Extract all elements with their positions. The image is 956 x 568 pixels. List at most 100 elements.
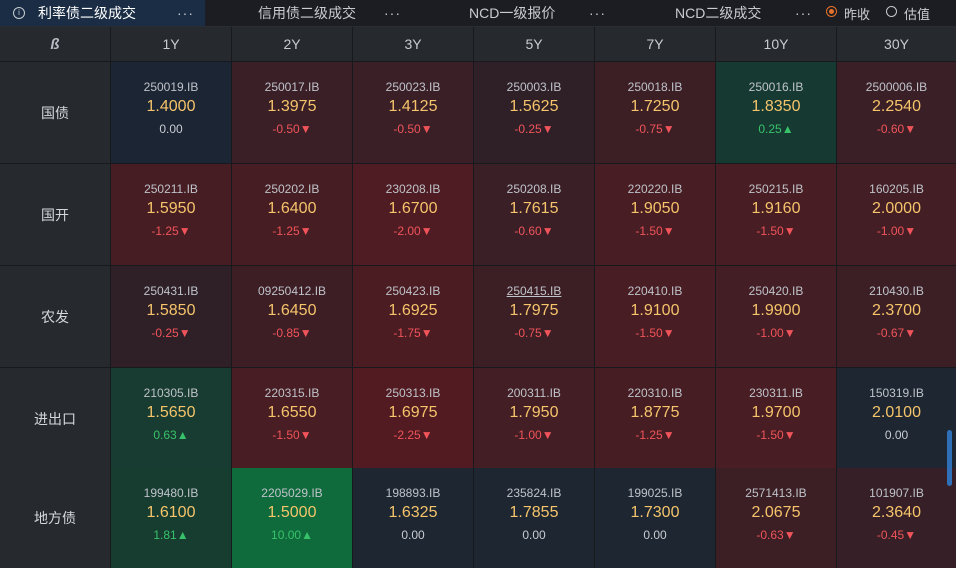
quote-cell[interactable]: 2571413.IB 2.0675 -0.63▼ [716, 468, 836, 568]
bond-code[interactable]: 250017.IB [232, 80, 352, 94]
bond-yield: 1.5650 [146, 404, 196, 421]
quote-cell[interactable]: 250003.IB 1.5625 -0.25▼ [474, 62, 594, 163]
bond-code[interactable]: 101907.IB [837, 486, 956, 500]
bond-yield: 1.6975 [388, 404, 438, 421]
quote-cell[interactable]: 210430.IB 2.3700 -0.67▼ [837, 266, 956, 367]
column-header-30y[interactable]: 30Y [837, 27, 956, 61]
column-header-7y[interactable]: 7Y [595, 27, 715, 61]
quote-cell[interactable]: 250019.IB 1.4000 0.00 [111, 62, 231, 163]
bond-code[interactable]: 250431.IB [111, 284, 231, 298]
bond-code[interactable]: 230311.IB [716, 386, 836, 400]
bond-yield: 1.6100 [146, 504, 196, 521]
bond-code[interactable]: 250016.IB [716, 80, 836, 94]
bond-code[interactable]: 250420.IB [716, 284, 836, 298]
quote-cell[interactable]: 09250412.IB 1.6450 -0.85▼ [232, 266, 352, 367]
radio-prev-close[interactable] [826, 6, 837, 17]
bond-code[interactable]: 198893.IB [353, 486, 473, 500]
quote-cell[interactable]: 160205.IB 2.0000 -1.00▼ [837, 164, 956, 265]
bond-code[interactable]: 250023.IB [353, 80, 473, 94]
yield-change: -0.60▼ [514, 224, 554, 238]
tab-credit-bond-secondary[interactable]: 信用债二级成交 ··· [206, 0, 411, 26]
column-header-3y[interactable]: 3Y [353, 27, 473, 61]
info-icon[interactable]: i [13, 7, 25, 19]
bond-code[interactable]: 2205029.IB [232, 486, 352, 500]
tab-ncd-primary[interactable]: NCD一级报价 ··· [412, 0, 617, 26]
bond-code[interactable]: 235824.IB [474, 486, 594, 500]
tab-label: NCD一级报价 [469, 5, 556, 21]
bond-code[interactable]: 199025.IB [595, 486, 715, 500]
bond-code[interactable]: 250019.IB [111, 80, 231, 94]
bond-code[interactable]: 200311.IB [474, 386, 594, 400]
radio-valuation[interactable] [886, 6, 897, 17]
bond-code[interactable]: 2571413.IB [716, 486, 836, 500]
yield-change: 0.25▲ [758, 122, 794, 136]
quote-cell[interactable]: 198893.IB 1.6325 0.00 [353, 468, 473, 568]
quote-cell[interactable]: 250415.IB 1.7975 -0.75▼ [474, 266, 594, 367]
bond-code[interactable]: 250423.IB [353, 284, 473, 298]
quote-cell[interactable]: 250018.IB 1.7250 -0.75▼ [595, 62, 715, 163]
bond-code[interactable]: 220315.IB [232, 386, 352, 400]
bond-code[interactable]: 160205.IB [837, 182, 956, 196]
quote-cell[interactable]: 250313.IB 1.6975 -2.25▼ [353, 368, 473, 469]
tab-ncd-secondary[interactable]: NCD二级成交 ··· [618, 0, 818, 26]
bond-code[interactable]: 250415.IB [474, 284, 594, 298]
quote-cell[interactable]: 250420.IB 1.9900 -1.00▼ [716, 266, 836, 367]
quote-cell[interactable]: 250208.IB 1.7615 -0.60▼ [474, 164, 594, 265]
bond-code[interactable]: 220310.IB [595, 386, 715, 400]
quote-cell[interactable]: 230311.IB 1.9700 -1.50▼ [716, 368, 836, 469]
quote-cell[interactable]: 2205029.IB 1.5000 10.00▲ [232, 468, 352, 568]
quote-cell[interactable]: 220310.IB 1.8775 -1.25▼ [595, 368, 715, 469]
vertical-scrollbar[interactable] [947, 430, 952, 486]
yield-change: 0.00 [159, 122, 183, 136]
quote-cell[interactable]: 199025.IB 1.7300 0.00 [595, 468, 715, 568]
bond-yield: 1.6925 [388, 302, 438, 319]
quote-cell[interactable]: 2500006.IB 2.2540 -0.60▼ [837, 62, 956, 163]
quote-cell[interactable]: 250017.IB 1.3975 -0.50▼ [232, 62, 352, 163]
bond-code[interactable]: 250215.IB [716, 182, 836, 196]
radio-valuation-label[interactable]: 估值 [904, 4, 930, 23]
more-icon[interactable]: ··· [177, 5, 194, 21]
bond-code[interactable]: 250313.IB [353, 386, 473, 400]
column-header-5y[interactable]: 5Y [474, 27, 594, 61]
bond-code[interactable]: 250003.IB [474, 80, 594, 94]
bond-code[interactable]: 250018.IB [595, 80, 715, 94]
quote-cell[interactable]: 200311.IB 1.7950 -1.00▼ [474, 368, 594, 469]
bond-code[interactable]: 210305.IB [111, 386, 231, 400]
more-icon[interactable]: ··· [795, 5, 812, 21]
column-header-1y[interactable]: 1Y [111, 27, 231, 61]
more-icon[interactable]: ··· [384, 5, 401, 21]
bond-code[interactable]: 250208.IB [474, 182, 594, 196]
more-icon[interactable]: ··· [589, 5, 606, 21]
quote-cell[interactable]: 220410.IB 1.9100 -1.50▼ [595, 266, 715, 367]
quote-cell[interactable]: 101907.IB 2.3640 -0.45▼ [837, 468, 956, 568]
quote-cell[interactable]: 220315.IB 1.6550 -1.50▼ [232, 368, 352, 469]
quote-cell[interactable]: 250016.IB 1.8350 0.25▲ [716, 62, 836, 163]
quote-cell[interactable]: 250202.IB 1.6400 -1.25▼ [232, 164, 352, 265]
quote-cell[interactable]: 250023.IB 1.4125 -0.50▼ [353, 62, 473, 163]
quote-cell[interactable]: 235824.IB 1.7855 0.00 [474, 468, 594, 568]
quote-cell[interactable]: 250423.IB 1.6925 -1.75▼ [353, 266, 473, 367]
quote-cell[interactable]: 220220.IB 1.9050 -1.50▼ [595, 164, 715, 265]
quote-cell[interactable]: 210305.IB 1.5650 0.63▲ [111, 368, 231, 469]
quote-cell[interactable]: 199480.IB 1.6100 1.81▲ [111, 468, 231, 568]
bond-code[interactable]: 09250412.IB [232, 284, 352, 298]
quote-cell[interactable]: 250211.IB 1.5950 -1.25▼ [111, 164, 231, 265]
bond-code[interactable]: 230208.IB [353, 182, 473, 196]
bond-code[interactable]: 250211.IB [111, 182, 231, 196]
bond-code[interactable]: 2500006.IB [837, 80, 956, 94]
bond-yield: 2.2540 [872, 98, 921, 115]
column-header-2y[interactable]: 2Y [232, 27, 352, 61]
quote-cell[interactable]: 230208.IB 1.6700 -2.00▼ [353, 164, 473, 265]
radio-prev-close-label[interactable]: 昨收 [844, 4, 870, 23]
bond-code[interactable]: 250202.IB [232, 182, 352, 196]
tab-rate-bond-secondary[interactable]: i 利率债二级成交 ··· [0, 0, 205, 26]
column-header-10y[interactable]: 10Y [716, 27, 836, 61]
quote-cell[interactable]: 250431.IB 1.5850 -0.25▼ [111, 266, 231, 367]
bond-code[interactable]: 220220.IB [595, 182, 715, 196]
quote-cell[interactable]: 150319.IB 2.0100 0.00 [837, 368, 956, 469]
bond-code[interactable]: 210430.IB [837, 284, 956, 298]
bond-code[interactable]: 150319.IB [837, 386, 956, 400]
bond-code[interactable]: 199480.IB [111, 486, 231, 500]
quote-cell[interactable]: 250215.IB 1.9160 -1.50▼ [716, 164, 836, 265]
bond-code[interactable]: 220410.IB [595, 284, 715, 298]
